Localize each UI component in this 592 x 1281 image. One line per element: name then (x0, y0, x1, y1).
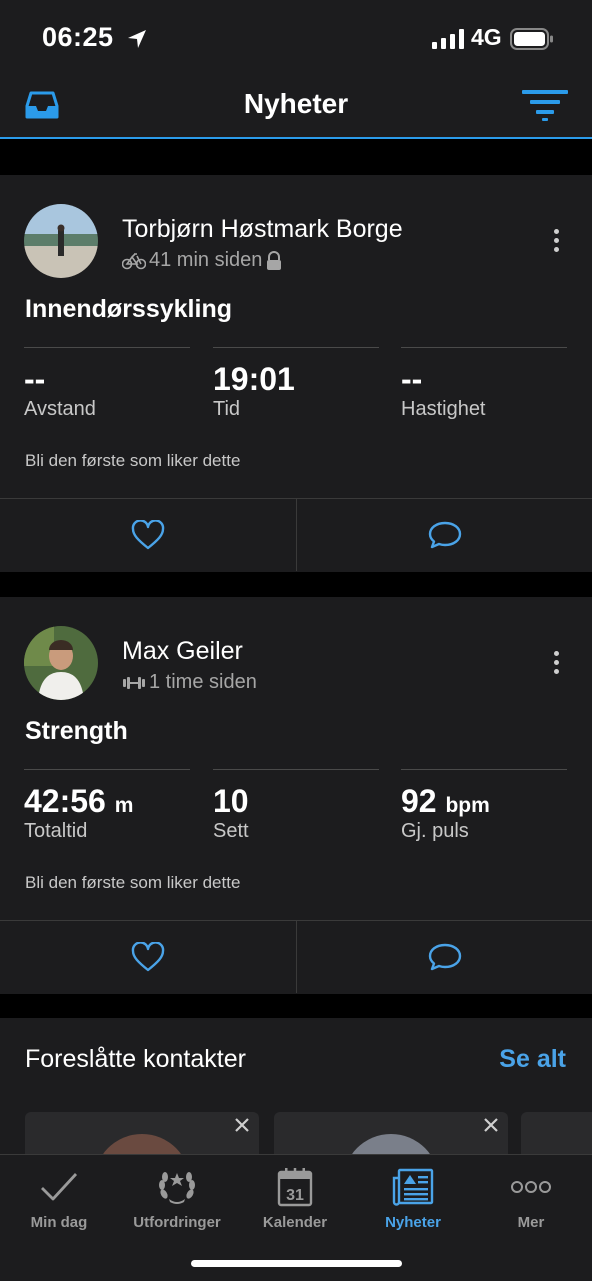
stat-label: Totaltid (24, 820, 88, 842)
contact-card[interactable] (274, 1112, 508, 1158)
athlete-name[interactable]: Max Geiler (122, 637, 243, 666)
activity-card[interactable]: Torbjørn Høstmark Borge 41 min siden Inn… (0, 175, 592, 572)
stat-label: Sett (213, 820, 249, 842)
tab-mer[interactable]: Mer (472, 1155, 590, 1231)
tab-nyheter[interactable]: Nyheter (354, 1155, 472, 1231)
signal-icon (432, 29, 464, 49)
status-time: 06:25 (42, 22, 114, 52)
tab-utfordringer[interactable]: Utfordringer (118, 1155, 236, 1231)
page-title: Nyheter (243, 88, 349, 119)
activity-time: 41 min siden (149, 249, 263, 271)
contact-card[interactable] (521, 1112, 592, 1158)
tab-label: Utfordringer (133, 1214, 221, 1231)
comment-button[interactable] (297, 499, 592, 571)
tab-label: Min dag (30, 1214, 88, 1231)
location-arrow-icon (128, 30, 146, 48)
see-all-link[interactable]: Se alt (499, 1045, 566, 1074)
likes-text: Bli den første som liker dette (25, 451, 241, 470)
newsfeed-icon (392, 1168, 434, 1206)
stat-avg-hr: 92 bpm Gj. puls (401, 769, 567, 843)
comment-icon (428, 943, 462, 971)
heart-icon (131, 942, 165, 972)
stat-value: -- (24, 361, 46, 397)
stat-unit: m (114, 794, 134, 817)
stat-value: 19:01 (213, 361, 295, 397)
laurel-icon (159, 1172, 195, 1204)
stat-speed: -- Hastighet (401, 347, 567, 421)
tab-label: Mer (517, 1214, 545, 1231)
more-icon (511, 1181, 551, 1193)
athlete-name[interactable]: Torbjørn Høstmark Borge (122, 215, 403, 244)
stat-label: Avstand (24, 398, 96, 420)
stat-sets: 10 Sett (213, 769, 379, 843)
status-bar: 06:25 4G (0, 0, 592, 80)
dumbbell-icon (123, 676, 145, 689)
like-button[interactable] (0, 921, 296, 993)
calendar-icon: 31 (277, 1168, 313, 1207)
more-options-icon[interactable] (546, 229, 566, 256)
suggested-contacts: Foreslåtte kontakter Se alt (0, 1018, 592, 1158)
check-icon (41, 1173, 78, 1201)
contact-card[interactable] (25, 1112, 259, 1158)
card-actions (0, 920, 592, 993)
filter-icon[interactable] (522, 89, 568, 121)
stat-unit: bpm (445, 794, 490, 817)
avatar[interactable] (24, 626, 98, 700)
more-options-icon[interactable] (546, 651, 566, 678)
close-icon[interactable] (235, 1118, 249, 1132)
heart-icon (131, 520, 165, 550)
top-nav-bar: Nyheter (0, 80, 592, 139)
close-icon[interactable] (484, 1118, 498, 1132)
stat-value: 10 (213, 783, 249, 819)
bike-icon (122, 252, 146, 269)
network-label: 4G (471, 24, 502, 50)
stat-label: Tid (213, 398, 241, 420)
home-indicator[interactable] (191, 1260, 402, 1267)
activity-time: 1 time siden (149, 671, 257, 693)
battery-icon (510, 28, 553, 50)
comment-icon (428, 521, 462, 549)
activity-card[interactable]: Max Geiler 1 time siden Strength 42:56 m… (0, 597, 592, 994)
tab-min-dag[interactable]: Min dag (0, 1155, 118, 1231)
like-button[interactable] (0, 499, 296, 571)
stat-value: -- (401, 361, 423, 397)
stat-value: 92 (401, 783, 437, 819)
avatar[interactable] (24, 204, 98, 278)
calendar-day: 31 (286, 1187, 304, 1204)
activity-meta: 41 min siden (122, 249, 283, 272)
comment-button[interactable] (297, 921, 592, 993)
activity-title[interactable]: Innendørssykling (25, 295, 232, 324)
tab-label: Nyheter (385, 1214, 441, 1231)
suggested-heading: Foreslåtte kontakter (25, 1045, 246, 1073)
activity-meta: 1 time siden (122, 671, 257, 694)
stat-value: 42:56 (24, 783, 106, 819)
tab-label: Kalender (262, 1214, 328, 1231)
activity-title[interactable]: Strength (25, 717, 128, 746)
likes-text: Bli den første som liker dette (25, 873, 241, 892)
tab-kalender[interactable]: 31 Kalender (236, 1155, 354, 1231)
stat-label: Hastighet (401, 398, 486, 420)
stat-label: Gj. puls (401, 820, 469, 842)
stat-distance: -- Avstand (24, 347, 190, 421)
stat-time: 19:01 Tid (213, 347, 379, 421)
card-actions (0, 498, 592, 571)
stat-total-time: 42:56 m Totaltid (24, 769, 190, 843)
lock-icon (267, 250, 282, 270)
